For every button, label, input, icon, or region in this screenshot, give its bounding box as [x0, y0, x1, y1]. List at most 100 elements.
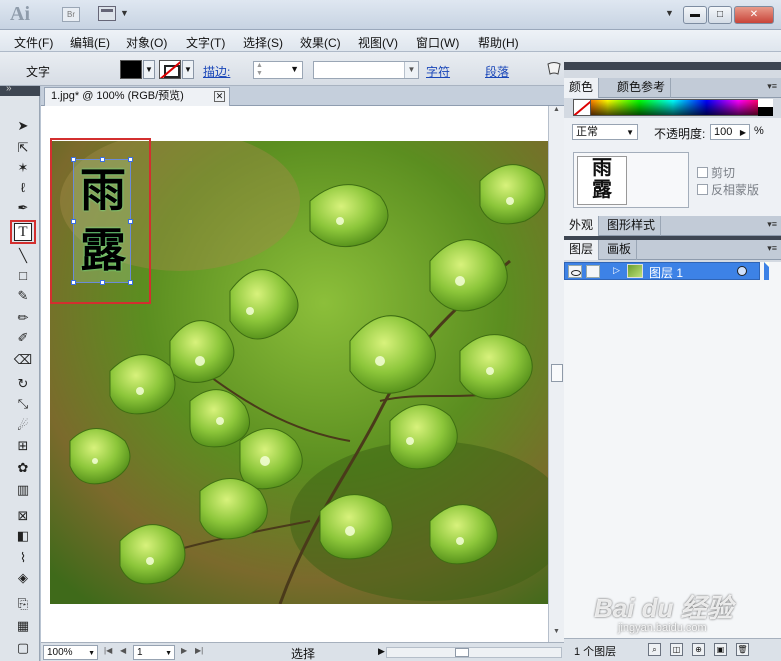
horizontal-scrollbar[interactable]	[386, 647, 562, 658]
selection-tool-icon[interactable]: ➤	[12, 116, 34, 136]
vertical-scrollbar[interactable]: ▲ ▼	[548, 106, 564, 642]
resize-handle[interactable]	[128, 157, 133, 162]
tab-graphic-styles[interactable]: 图形样式	[602, 216, 662, 236]
stroke-weight-field[interactable]: ▲ ▼ ▼	[253, 61, 303, 79]
paragraph-link[interactable]: 段落	[485, 63, 509, 80]
character-link[interactable]: 字符	[426, 63, 450, 80]
eraser-tool-icon[interactable]: ⌫	[12, 350, 34, 370]
flag-icon[interactable]	[545, 61, 563, 79]
current-tool-status[interactable]: 选择	[291, 645, 315, 661]
warp-tool-icon[interactable]: ☄	[12, 416, 34, 436]
layer-row[interactable]: ▷ 图层 1	[564, 262, 760, 280]
scroll-thumb[interactable]	[455, 648, 469, 657]
line-tool-icon[interactable]: ╲	[12, 246, 34, 266]
column-graph-tool-icon[interactable]: ▥	[12, 480, 34, 500]
resize-handle[interactable]	[71, 219, 76, 224]
resize-handle[interactable]	[128, 280, 133, 285]
none-color-swatch[interactable]	[573, 99, 591, 116]
chevron-down-icon[interactable]: ▼	[88, 647, 95, 660]
blend-mode-select[interactable]: 正常 ▼	[572, 124, 638, 140]
font-family-field[interactable]: ▼	[313, 61, 419, 79]
color-spectrum[interactable]	[573, 99, 773, 116]
menu-file[interactable]: 文件(F)	[14, 34, 53, 51]
layer-name[interactable]: 图层 1	[649, 264, 683, 281]
stepper-arrows-icon[interactable]: ▲ ▼	[256, 62, 263, 78]
next-artboard-icon[interactable]: ▶	[181, 646, 187, 655]
chevron-down-icon[interactable]: ▼	[165, 647, 172, 660]
hand-tool-icon[interactable]: ▦	[12, 616, 34, 636]
type-tool-icon[interactable]: T	[10, 220, 36, 244]
lasso-tool-icon[interactable]: ℓ	[12, 178, 34, 198]
mesh-tool-icon[interactable]: ⊠	[12, 506, 34, 526]
locate-object-icon[interactable]: ⌕	[648, 643, 661, 656]
menu-edit[interactable]: 编辑(E)	[70, 34, 110, 51]
arrange-documents-button[interactable]: ▼	[98, 5, 132, 24]
paintbrush-tool-icon[interactable]: ✎	[12, 286, 34, 306]
resize-handle[interactable]	[100, 157, 105, 162]
tab-artboards[interactable]: 画板	[602, 240, 638, 260]
fill-swatch[interactable]	[120, 60, 142, 79]
lock-toggle-icon[interactable]	[586, 265, 600, 278]
clipping-mask-icon[interactable]: ◫	[670, 643, 683, 656]
resize-handle[interactable]	[128, 219, 133, 224]
resize-handle[interactable]	[100, 280, 105, 285]
fill-dropdown[interactable]: ▼	[143, 60, 155, 79]
gradient-tool-icon[interactable]: ◧	[12, 526, 34, 546]
menu-effect[interactable]: 效果(C)	[300, 34, 341, 51]
slice-tool-icon[interactable]: ⎘	[12, 594, 34, 614]
free-transform-tool-icon[interactable]: ⊞	[12, 436, 34, 456]
stroke-link[interactable]: 描边:	[203, 63, 230, 80]
document-tab[interactable]: 1.jpg* @ 100% (RGB/预览) ✕	[44, 87, 230, 106]
workspace-dropdown[interactable]: ▼	[665, 8, 674, 18]
menu-type[interactable]: 文字(T)	[186, 34, 225, 51]
visibility-eye-icon[interactable]	[568, 265, 582, 278]
clip-checkbox[interactable]: 剪切	[697, 164, 735, 181]
expand-triangle-icon[interactable]: ▷	[613, 265, 620, 276]
direct-selection-tool-icon[interactable]: ⇱	[12, 138, 34, 158]
selected-text-object[interactable]: 雨 露	[71, 157, 133, 285]
tab-color-guide[interactable]: 颜色参考	[612, 78, 672, 98]
resize-handle[interactable]	[71, 280, 76, 285]
panel-grip[interactable]	[564, 62, 781, 70]
scroll-thumb[interactable]	[551, 364, 563, 382]
panel-menu-icon[interactable]: ▾≡	[767, 243, 777, 254]
maximize-button[interactable]: □	[708, 6, 732, 24]
tab-layers[interactable]: 图层	[564, 240, 600, 260]
symbol-sprayer-tool-icon[interactable]: ✿	[12, 458, 34, 478]
pencil-tool-icon[interactable]: ✏	[12, 308, 34, 328]
scroll-up-icon[interactable]: ▲	[549, 106, 564, 120]
resize-handle[interactable]	[71, 157, 76, 162]
menu-object[interactable]: 对象(O)	[126, 34, 167, 51]
tab-color[interactable]: 颜色	[564, 78, 600, 98]
chevron-down-icon[interactable]: ▼	[290, 64, 299, 74]
menu-help[interactable]: 帮助(H)	[478, 34, 519, 51]
close-icon[interactable]: ✕	[214, 91, 225, 102]
chevron-down-icon[interactable]: ▼	[626, 126, 634, 140]
menu-window[interactable]: 窗口(W)	[416, 34, 459, 51]
panel-grip[interactable]	[0, 83, 40, 96]
target-circle-icon[interactable]	[737, 266, 747, 276]
chevron-right-icon[interactable]: ▶	[740, 126, 746, 140]
stroke-dropdown[interactable]: ▼	[182, 60, 194, 79]
close-button[interactable]: ✕	[734, 6, 774, 24]
layer-selection-indicator[interactable]	[764, 262, 769, 280]
prev-artboard-icon[interactable]: ◀	[120, 646, 126, 655]
bridge-button[interactable]: Br	[62, 7, 80, 22]
pen-tool-icon[interactable]: ✒	[12, 198, 34, 218]
first-artboard-icon[interactable]: |◀	[104, 646, 112, 655]
last-artboard-icon[interactable]: ▶|	[195, 646, 203, 655]
panel-menu-icon[interactable]: ▾≡	[767, 219, 777, 230]
zoom-field[interactable]: 100% ▼	[43, 645, 98, 660]
scroll-down-icon[interactable]: ▼	[549, 628, 564, 642]
blob-brush-tool-icon[interactable]: ✐	[12, 328, 34, 348]
stroke-swatch[interactable]	[159, 60, 181, 79]
opacity-field[interactable]: 100 ▶	[710, 124, 750, 140]
invert-mask-checkbox[interactable]: 反相蒙版	[697, 181, 759, 198]
minimize-button[interactable]: ▬	[683, 6, 707, 24]
artboard-number-field[interactable]: 1 ▼	[133, 645, 175, 660]
panel-menu-icon[interactable]: ▾≡	[767, 81, 777, 92]
menu-view[interactable]: 视图(V)	[358, 34, 398, 51]
eyedropper-tool-icon[interactable]: ⌇	[12, 548, 34, 568]
scale-tool-icon[interactable]: ⤡	[12, 394, 34, 414]
status-menu-icon[interactable]: ▶	[378, 646, 385, 657]
